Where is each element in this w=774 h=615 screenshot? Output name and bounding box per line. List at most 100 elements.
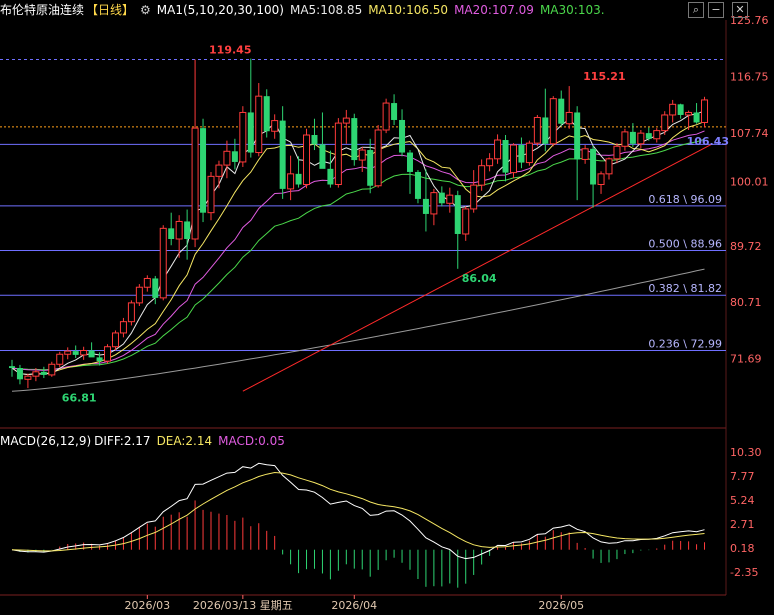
candle: [486, 153, 494, 172]
candle: [255, 83, 263, 157]
candle: [382, 98, 390, 134]
candle-body: [391, 103, 398, 120]
candle: [374, 124, 382, 188]
candle-body: [9, 366, 15, 369]
candle-body: [374, 129, 382, 187]
price-annotation: 106.43: [687, 135, 729, 148]
candle-body: [462, 208, 470, 235]
settings-icon[interactable]: ⚙: [140, 3, 151, 17]
candle: [231, 138, 238, 170]
candle: [414, 170, 421, 204]
candle: [263, 89, 270, 138]
main-chart-header: 布伦特原油连续 【日线】 ⚙ MA1(5,10,20,30,100) MA5:108.8…: [0, 0, 611, 20]
candle-body: [382, 102, 390, 131]
candle-body: [533, 116, 541, 144]
candle-body: [590, 148, 597, 185]
candle-body: [565, 111, 573, 125]
search-icon[interactable]: ⌕: [688, 2, 704, 18]
candle-body: [287, 173, 295, 190]
candle: [685, 110, 693, 130]
candle: [119, 317, 127, 338]
macd-diff-value: DIFF:2.17: [94, 434, 151, 448]
candle: [56, 351, 64, 368]
candle: [104, 344, 112, 364]
candle-body: [542, 117, 549, 144]
candle-body: [661, 114, 669, 132]
candle: [351, 113, 358, 166]
candle: [533, 114, 541, 147]
fib-label-0.236: 0.236 \ 72.99: [648, 338, 722, 351]
candle: [518, 137, 525, 169]
period-selector[interactable]: 【日线】: [86, 3, 134, 17]
candle-body: [470, 184, 478, 210]
candle-body: [525, 142, 533, 164]
candle: [143, 275, 151, 292]
candle-body: [207, 175, 215, 214]
support-trendline: [242, 143, 713, 392]
candle-body: [303, 134, 311, 185]
candle: [549, 96, 557, 147]
candle-body: [24, 375, 32, 380]
candle: [40, 366, 47, 379]
candle-body: [613, 145, 621, 160]
candle-body: [605, 158, 613, 175]
candle: [621, 128, 629, 151]
candle-body: [152, 278, 159, 298]
candle-body: [581, 148, 589, 160]
candle: [327, 150, 334, 188]
candle-body: [279, 120, 286, 189]
candle-body: [438, 192, 445, 204]
candle: [669, 99, 677, 123]
macd-indicator-name[interactable]: MACD(26,12,9): [0, 434, 91, 448]
price-axis-label: 100.01: [730, 175, 769, 188]
candle-body: [72, 351, 79, 355]
candle-body: [327, 168, 334, 185]
candle: [645, 127, 652, 141]
candle-body: [597, 173, 605, 185]
candle-body: [111, 332, 119, 348]
candle: [135, 284, 143, 307]
candle: [677, 103, 684, 119]
candle-body: [407, 152, 413, 172]
candle-body: [295, 173, 302, 185]
candle-body: [319, 144, 326, 169]
candle-body: [558, 98, 565, 124]
candle: [478, 159, 486, 191]
candle: [446, 187, 454, 213]
macd-axis-label: 0.18: [730, 542, 755, 555]
close-icon[interactable]: ✕: [732, 2, 748, 18]
candle-body: [645, 133, 652, 139]
candle: [334, 118, 342, 188]
chart-stage: 125.76 116.75 107.74 100.01 89.72 80.71 71.69 1…: [0, 0, 774, 615]
candle: [287, 155, 295, 201]
candle-body: [311, 135, 318, 145]
candle: [454, 190, 461, 269]
candle-body: [637, 132, 645, 145]
candle-body: [677, 104, 684, 115]
candle: [430, 188, 438, 226]
minimize-icon[interactable]: −: [708, 2, 724, 18]
candle-body: [446, 194, 454, 204]
macd-axis-label: -2.35: [730, 566, 758, 579]
candle-body: [653, 130, 661, 140]
candle: [16, 364, 23, 385]
candle-body: [159, 227, 167, 299]
candle: [542, 88, 549, 152]
candle: [558, 90, 565, 127]
candle: [391, 94, 398, 125]
candle: [407, 150, 413, 194]
candle-body: [231, 151, 238, 162]
candle-body: [334, 122, 342, 185]
candle: [399, 109, 406, 157]
candle-body: [48, 363, 56, 376]
ma-indicator-name[interactable]: MA1(5,10,20,30,100): [157, 3, 284, 17]
candle: [159, 225, 167, 301]
ma20-value: MA20:107.09: [454, 3, 534, 17]
candle-body: [509, 144, 517, 174]
candle-body: [96, 357, 103, 362]
candle-body: [184, 221, 191, 239]
price-axis-label: 89.72: [730, 240, 762, 253]
price-annotation: 119.45: [209, 44, 251, 57]
candle-body: [143, 277, 151, 288]
ma30-value: MA30:103.: [539, 3, 605, 17]
